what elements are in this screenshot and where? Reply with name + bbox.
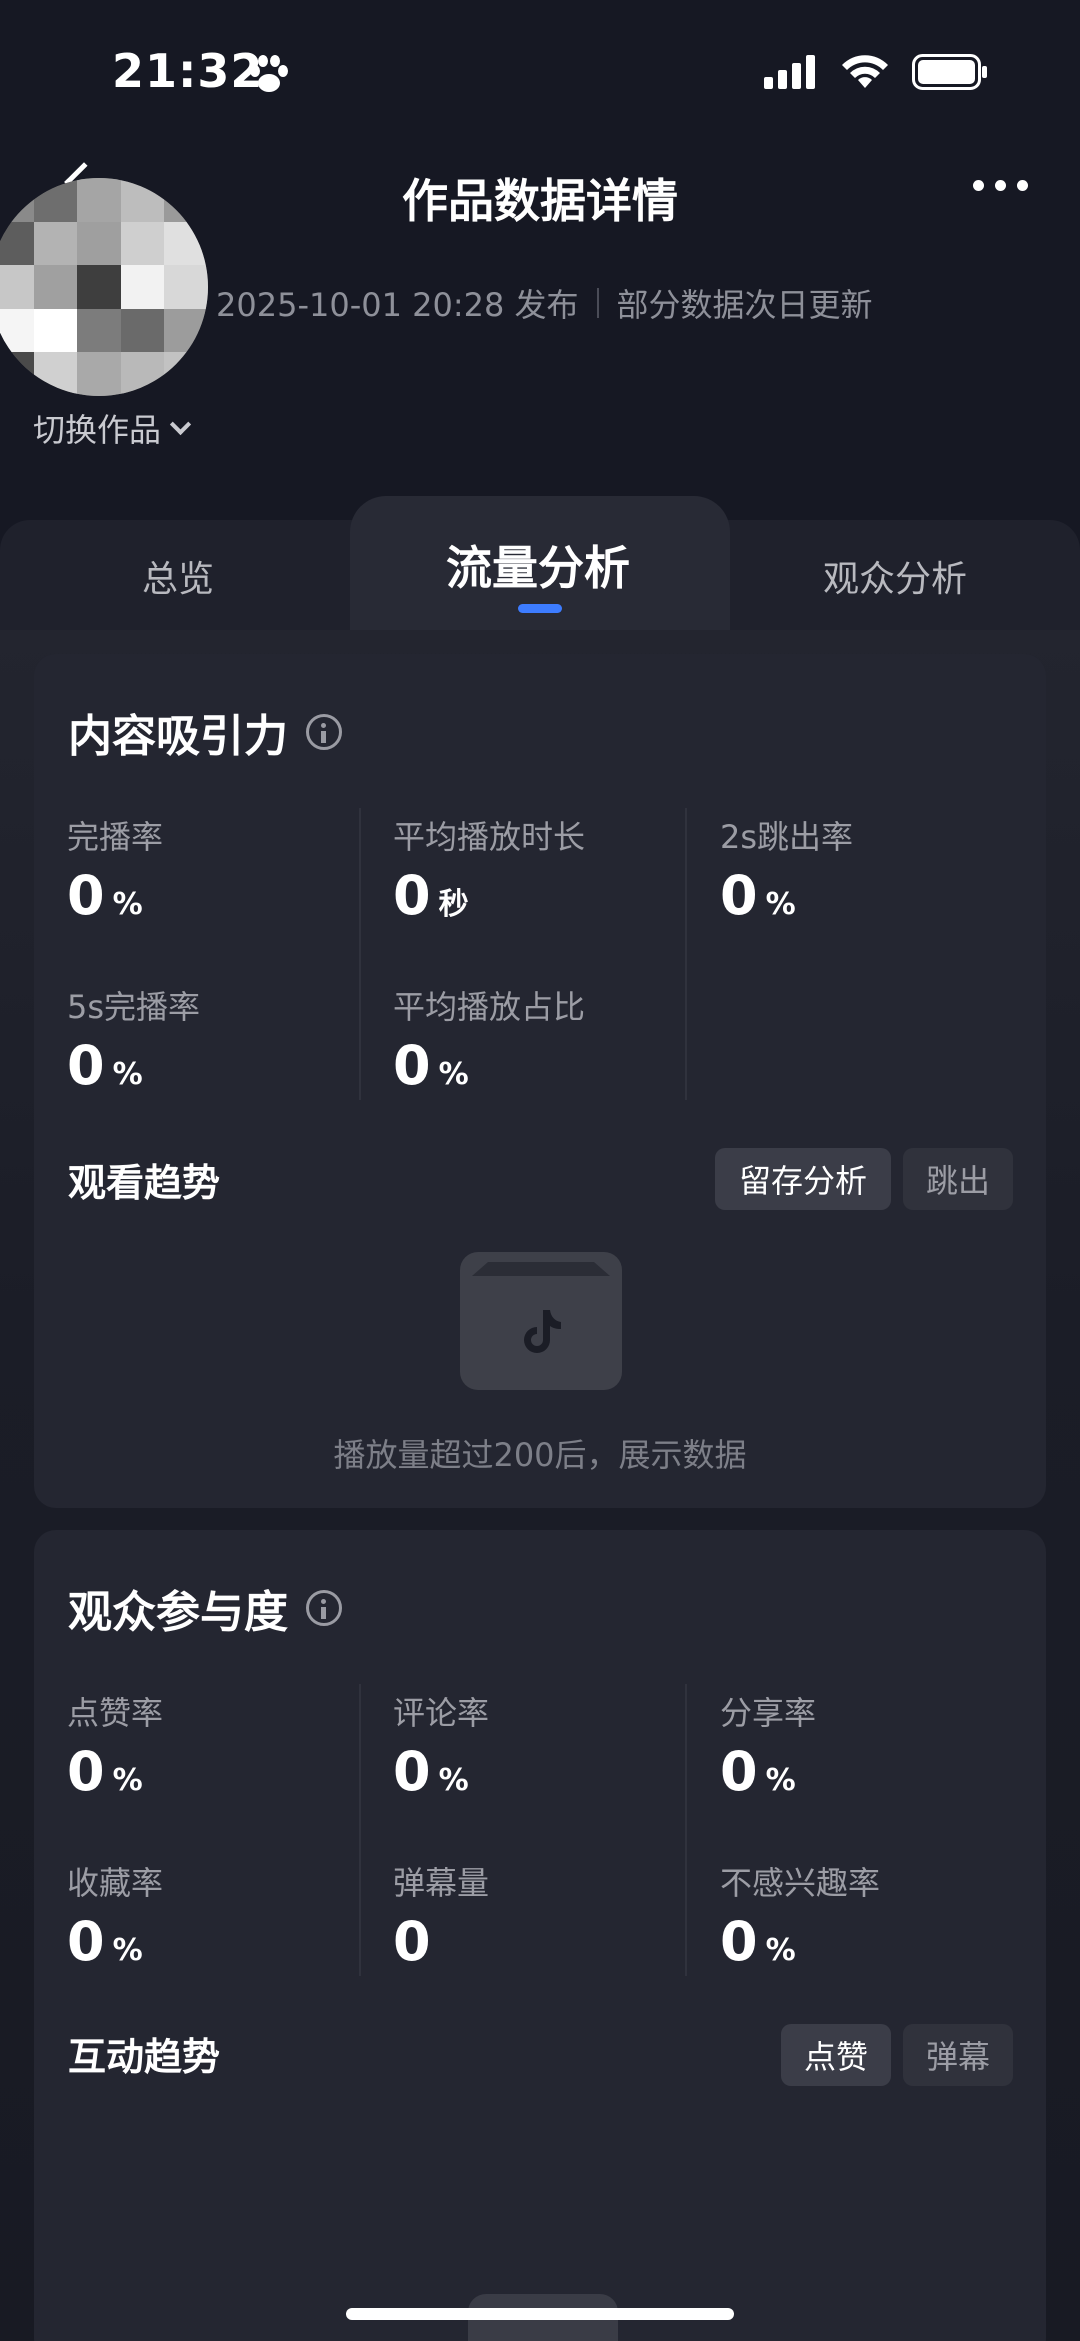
status-time: 21:32 bbox=[112, 44, 264, 98]
metric-unit: % bbox=[112, 1763, 143, 1798]
metric-value: 0 bbox=[720, 864, 758, 927]
metric-unit: % bbox=[112, 887, 143, 922]
active-tab-indicator bbox=[518, 604, 562, 613]
tab-traffic-analysis[interactable]: 流量分析 bbox=[446, 532, 630, 598]
metric-like-rate: 点赞率 0% bbox=[67, 1688, 367, 1803]
metric-avg-play-ratio: 平均播放占比 0% bbox=[393, 982, 693, 1097]
empty-folder-icon bbox=[460, 1252, 622, 1390]
more-options-icon[interactable] bbox=[973, 180, 1028, 191]
metric-value: 0 bbox=[393, 1910, 431, 1973]
like-button[interactable]: 点赞 bbox=[781, 2024, 891, 2086]
metric-comment-rate: 评论率 0% bbox=[393, 1688, 693, 1803]
switch-work-button[interactable]: 切换作品 bbox=[33, 405, 192, 451]
metric-unit: % bbox=[765, 887, 796, 922]
screen: 21:32 作品数据详情 切换作品 2025-10-01 20:28 发布 部分… bbox=[0, 0, 1080, 2341]
content-attraction-card: 内容吸引力 完播率 0% 平均播放时长 0秒 2s跳出率 0% 5s完播率 0%… bbox=[34, 654, 1046, 1508]
metric-danmaku-count: 弹幕量 0 bbox=[393, 1858, 693, 1973]
wifi-icon bbox=[842, 55, 888, 88]
section-title: 观众参与度 bbox=[68, 1576, 342, 1640]
bounce-button[interactable]: 跳出 bbox=[903, 1148, 1013, 1210]
metric-label: 不感兴趣率 bbox=[720, 1864, 881, 1902]
info-icon[interactable] bbox=[306, 1590, 342, 1626]
metric-unit: % bbox=[765, 1933, 796, 1968]
metric-label: 分享率 bbox=[720, 1694, 817, 1732]
metric-favorite-rate: 收藏率 0% bbox=[67, 1858, 367, 1973]
metric-value: 0 bbox=[67, 1740, 105, 1803]
metric-label: 完播率 bbox=[67, 818, 164, 856]
interaction-trend-title: 互动趋势 bbox=[68, 2035, 221, 2079]
metric-label: 点赞率 bbox=[67, 1694, 164, 1732]
tab-audience-analysis[interactable]: 观众分析 bbox=[823, 550, 967, 602]
update-note: 部分数据次日更新 bbox=[616, 286, 873, 324]
status-bar: 21:32 bbox=[0, 0, 1080, 140]
section-title: 内容吸引力 bbox=[68, 700, 342, 764]
metric-2s-bounce-rate: 2s跳出率 0% bbox=[720, 812, 1020, 927]
metric-unit: % bbox=[438, 1763, 469, 1798]
metric-label: 弹幕量 bbox=[393, 1864, 490, 1902]
metric-label: 5s完播率 bbox=[67, 988, 201, 1026]
metric-unit: % bbox=[112, 1933, 143, 1968]
audience-engagement-card: 观众参与度 点赞率 0% 评论率 0% 分享率 0% 收藏率 0% 弹幕量 0 … bbox=[34, 1530, 1046, 2341]
metric-5s-completion-rate: 5s完播率 0% bbox=[67, 982, 367, 1097]
metric-label: 收藏率 bbox=[67, 1864, 164, 1902]
empty-state-text: 播放量超过200后，展示数据 bbox=[333, 1436, 747, 1474]
chevron-down-icon bbox=[169, 413, 192, 435]
tab-bar: 总览 流量分析 观众分析 bbox=[0, 496, 1080, 630]
metric-unit: 秒 bbox=[438, 887, 469, 922]
switch-work-label: 切换作品 bbox=[33, 411, 162, 449]
publish-info: 2025-10-01 20:28 发布 部分数据次日更新 bbox=[216, 280, 873, 326]
metric-value: 0 bbox=[393, 864, 431, 927]
paw-icon bbox=[250, 55, 288, 92]
metric-label: 2s跳出率 bbox=[720, 818, 854, 856]
retention-analysis-button[interactable]: 留存分析 bbox=[715, 1148, 891, 1210]
metric-unit: % bbox=[438, 1057, 469, 1092]
metric-label: 平均播放时长 bbox=[393, 818, 586, 856]
battery-icon bbox=[912, 54, 987, 90]
metric-label: 评论率 bbox=[393, 1694, 490, 1732]
metric-avg-play-duration: 平均播放时长 0秒 bbox=[393, 812, 693, 927]
work-cover-thumbnail[interactable] bbox=[0, 178, 208, 396]
metric-value: 0 bbox=[67, 1910, 105, 1973]
metric-value: 0 bbox=[393, 1740, 431, 1803]
danmaku-button[interactable]: 弹幕 bbox=[903, 2024, 1013, 2086]
divider bbox=[596, 288, 599, 318]
metric-value: 0 bbox=[393, 1034, 431, 1097]
status-indicators bbox=[764, 54, 988, 90]
publish-time: 2025-10-01 20:28 发布 bbox=[216, 286, 579, 324]
metric-not-interested-rate: 不感兴趣率 0% bbox=[720, 1858, 1020, 1973]
watch-trend-title: 观看趋势 bbox=[68, 1161, 221, 1205]
audience-engagement-title: 观众参与度 bbox=[68, 1587, 288, 1638]
info-icon[interactable] bbox=[306, 714, 342, 750]
metric-label: 平均播放占比 bbox=[393, 988, 586, 1026]
home-indicator[interactable] bbox=[346, 2308, 734, 2320]
metric-value: 0 bbox=[67, 1034, 105, 1097]
metric-share-rate: 分享率 0% bbox=[720, 1688, 1020, 1803]
metric-unit: % bbox=[112, 1057, 143, 1092]
metric-unit: % bbox=[765, 1763, 796, 1798]
metric-value: 0 bbox=[720, 1740, 758, 1803]
content-attraction-title: 内容吸引力 bbox=[68, 711, 288, 762]
metric-completion-rate: 完播率 0% bbox=[67, 812, 367, 927]
metric-value: 0 bbox=[67, 864, 105, 927]
metric-value: 0 bbox=[720, 1910, 758, 1973]
signal-icon bbox=[764, 55, 815, 89]
tab-overview[interactable]: 总览 bbox=[142, 550, 214, 602]
